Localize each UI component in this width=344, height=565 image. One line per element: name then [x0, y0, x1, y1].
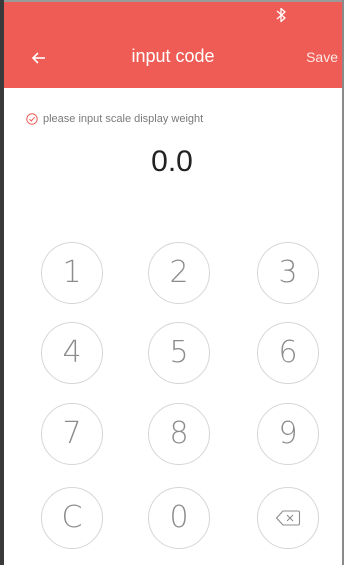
- instruction-hint: please input scale display weight: [26, 113, 203, 125]
- key-2[interactable]: 2: [148, 242, 210, 304]
- check-circle-icon: [26, 113, 38, 125]
- key-7[interactable]: 7: [41, 403, 103, 465]
- save-button[interactable]: Save: [306, 49, 338, 65]
- app-bar: input code Save: [4, 2, 342, 88]
- key-label: C: [61, 500, 83, 535]
- clear-key[interactable]: C: [41, 487, 103, 549]
- delete-key[interactable]: [257, 487, 319, 549]
- key-label: 3: [278, 255, 298, 290]
- key-label: 0: [169, 500, 189, 535]
- key-label: 4: [62, 335, 82, 370]
- key-9[interactable]: 9: [257, 403, 319, 465]
- page-title: input code: [131, 46, 215, 66]
- key-label: 6: [278, 335, 298, 370]
- key-label: 2: [169, 255, 189, 290]
- key-1[interactable]: 1: [41, 242, 103, 304]
- bluetooth-icon: [276, 7, 286, 23]
- key-5[interactable]: 5: [148, 322, 210, 384]
- key-label: 7: [62, 416, 82, 451]
- key-label: 5: [169, 335, 189, 370]
- key-label: 8: [169, 416, 189, 451]
- weight-display: 0.0: [151, 145, 193, 178]
- key-8[interactable]: 8: [148, 403, 210, 465]
- key-4[interactable]: 4: [41, 322, 103, 384]
- key-0[interactable]: 0: [148, 487, 210, 549]
- screen: input code Save please input scale displ…: [0, 0, 344, 565]
- key-label: 1: [62, 255, 82, 290]
- key-6[interactable]: 6: [257, 322, 319, 384]
- key-3[interactable]: 3: [257, 242, 319, 304]
- hint-text: please input scale display weight: [43, 113, 204, 125]
- backspace-icon: [275, 510, 301, 526]
- key-label: 9: [278, 416, 298, 451]
